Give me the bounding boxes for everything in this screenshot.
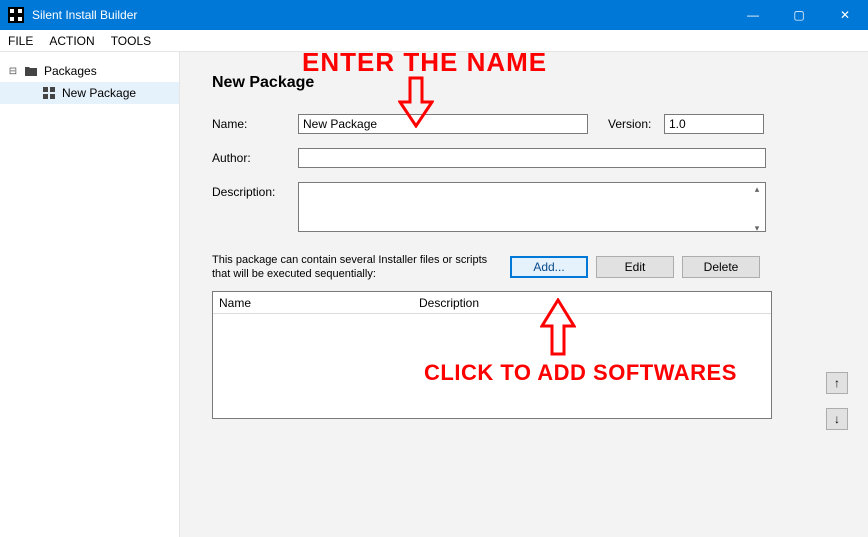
minimize-button[interactable]: —: [730, 0, 776, 30]
content: New Package Name: Version: Author: Descr…: [180, 52, 868, 537]
minimize-icon: —: [747, 8, 759, 22]
delete-button-label: Delete: [704, 260, 739, 274]
move-up-button[interactable]: ↑: [826, 372, 848, 394]
folder-icon: [24, 64, 38, 78]
titlebar: Silent Install Builder — ▢ ✕: [0, 0, 868, 30]
add-button-label: Add...: [533, 260, 564, 274]
add-button[interactable]: Add...: [510, 256, 588, 278]
arrow-up-icon: ↑: [834, 376, 840, 390]
list-header: Name Description: [213, 292, 771, 314]
menu-file[interactable]: FILE: [8, 34, 33, 48]
move-down-button[interactable]: ↓: [826, 408, 848, 430]
maximize-icon: ▢: [793, 8, 804, 22]
tree-item-new-package[interactable]: New Package: [0, 82, 179, 104]
description-input[interactable]: [298, 182, 766, 232]
tree-collapse-icon[interactable]: ⊟: [8, 66, 18, 77]
version-label: Version:: [608, 114, 664, 131]
column-name[interactable]: Name: [213, 296, 413, 310]
author-input[interactable]: [298, 148, 766, 168]
name-input[interactable]: [298, 114, 588, 134]
column-description[interactable]: Description: [413, 296, 771, 310]
author-label: Author:: [212, 148, 298, 165]
maximize-button[interactable]: ▢: [776, 0, 822, 30]
version-input[interactable]: [664, 114, 764, 134]
menu-action[interactable]: ACTION: [49, 34, 94, 48]
app-icon: [8, 7, 24, 23]
installer-list[interactable]: Name Description: [212, 291, 772, 419]
window-title: Silent Install Builder: [32, 8, 137, 22]
close-button[interactable]: ✕: [822, 0, 868, 30]
edit-button-label: Edit: [625, 260, 646, 274]
scroll-up-icon: ▴: [750, 184, 764, 194]
close-icon: ✕: [840, 8, 850, 22]
tree-item-label: New Package: [62, 86, 136, 100]
package-icon: [42, 86, 56, 100]
menu-tools[interactable]: TOOLS: [111, 34, 151, 48]
description-label: Description:: [212, 182, 298, 199]
scroll-down-icon: ▾: [750, 223, 764, 233]
page-title: New Package: [212, 74, 836, 92]
menubar: FILE ACTION TOOLS: [0, 30, 868, 52]
tree-root-label: Packages: [44, 64, 97, 78]
description-scrollbar[interactable]: ▴ ▾: [750, 184, 764, 233]
edit-button[interactable]: Edit: [596, 256, 674, 278]
delete-button[interactable]: Delete: [682, 256, 760, 278]
name-label: Name:: [212, 114, 298, 131]
package-hint: This package can contain several Install…: [212, 253, 502, 281]
tree-root[interactable]: ⊟ Packages: [0, 60, 179, 82]
sidebar: ⊟ Packages New Package: [0, 52, 180, 537]
arrow-down-icon: ↓: [834, 412, 840, 426]
